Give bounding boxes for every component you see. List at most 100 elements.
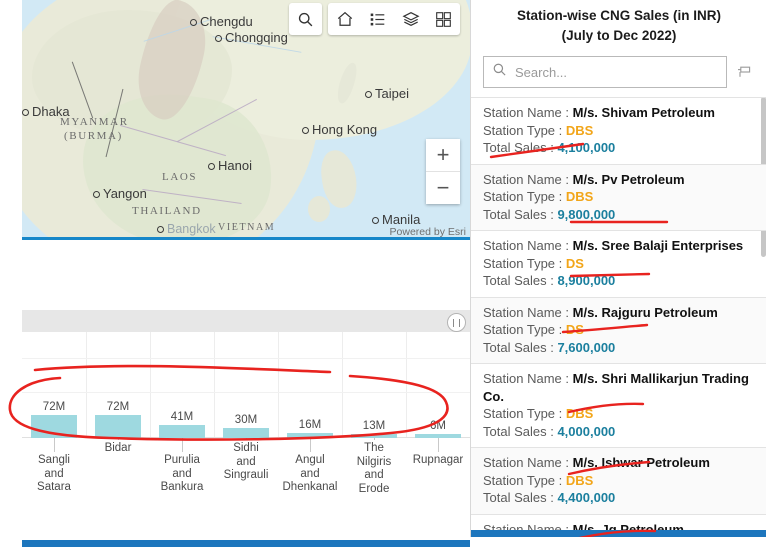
search-row: Search... bbox=[483, 56, 755, 88]
search-placeholder: Search... bbox=[515, 64, 568, 80]
station-type-row: Station Type : DS bbox=[483, 255, 757, 273]
list-item[interactable]: Station Name : M/s. Sree Balaji Enterpri… bbox=[471, 230, 766, 297]
search-input[interactable]: Search... bbox=[483, 56, 727, 88]
chart-category-label-line: and bbox=[44, 467, 64, 480]
filter-flag-icon[interactable] bbox=[733, 64, 755, 80]
search-icon[interactable] bbox=[289, 3, 322, 35]
station-type-value: DS bbox=[565, 322, 584, 337]
map-city-label: Yangon bbox=[93, 186, 147, 201]
total-sales-value: 8,900,000 bbox=[557, 273, 616, 288]
map-widget[interactable]: + − Powered by Esri Chengdu Chongqing Taip… bbox=[22, 0, 470, 240]
station-type-label: Station Type : bbox=[483, 406, 563, 421]
chart-category-label-line: Nilgiris bbox=[356, 455, 392, 468]
station-type-label: Station Type : bbox=[483, 472, 563, 488]
station-name-row: Station Name : M/s. Shri Mallikarjun Tra… bbox=[483, 370, 757, 405]
total-sales-row: Total Sales : 8,900,000 bbox=[483, 272, 757, 290]
total-sales-value: 7,600,000 bbox=[557, 339, 616, 355]
total-sales-row: Total Sales : 4,400,000 bbox=[483, 489, 757, 507]
map-country-label: THAILAND bbox=[132, 205, 202, 217]
chart-label-leader-line bbox=[245, 438, 247, 440]
map-city-dot bbox=[93, 191, 100, 199]
bottom-accent-strip bbox=[22, 540, 470, 547]
home-icon[interactable] bbox=[328, 3, 361, 35]
station-list[interactable]: Station Name : M/s. Shivam Petroleum Stat… bbox=[471, 97, 766, 537]
chart-bar-value-label: 72M bbox=[106, 400, 130, 413]
chart-bar[interactable]: 41M bbox=[158, 411, 206, 438]
chart-category-label-line: and bbox=[172, 467, 192, 480]
chart-category-label-line: Purulia bbox=[164, 454, 200, 466]
total-sales-label: Total Sales : bbox=[483, 206, 554, 222]
layers-icon[interactable] bbox=[394, 3, 427, 35]
chart-bar[interactable]: 6M bbox=[414, 420, 462, 438]
map-search-group[interactable] bbox=[289, 3, 322, 35]
chart-bar[interactable]: 72M bbox=[94, 400, 142, 438]
chart-category-label: Bidar bbox=[86, 438, 150, 456]
zoom-out-button[interactable]: − bbox=[426, 172, 460, 204]
station-type-value: DBS bbox=[565, 472, 594, 488]
list-item[interactable]: Station Name : M/s. Ishwar Petroleum Stat… bbox=[471, 447, 766, 514]
station-name-value: M/s. Rajguru Petroleum bbox=[572, 304, 718, 320]
station-type-label: Station Type : bbox=[483, 189, 563, 204]
station-type-value: DBS bbox=[565, 122, 594, 138]
chart-category-label-line: Bankura bbox=[160, 481, 204, 493]
map-zoom-controls[interactable]: + − bbox=[426, 139, 460, 204]
list-item[interactable]: Station Name : M/s. Rajguru Petroleum Sta… bbox=[471, 296, 766, 363]
list-item[interactable]: Station Name : M/s. Pv Petroleum Station … bbox=[471, 163, 766, 230]
station-name-value: M/s. Ishwar Petroleum bbox=[572, 455, 710, 470]
chart-category-label-line: Sangli bbox=[38, 454, 70, 466]
chart-bar-rect[interactable] bbox=[222, 428, 270, 438]
station-name-label: Station Name : bbox=[483, 371, 569, 386]
total-sales-row: Total Sales : 4,000,000 bbox=[483, 423, 757, 441]
chart-category-label-line: Satara bbox=[37, 481, 71, 493]
left-column: + − Powered by Esri Chengdu Chongqing Taip… bbox=[0, 0, 470, 547]
map-country-label: MYANMAR bbox=[60, 116, 129, 128]
chart-pause-button[interactable] bbox=[447, 313, 466, 332]
map-toolbar[interactable] bbox=[289, 3, 460, 35]
map-city-label: Bangkok bbox=[157, 222, 216, 236]
chart-bar[interactable]: 72M bbox=[30, 401, 78, 438]
station-sales-panel: Station-wise CNG Sales (in INR) (July to… bbox=[470, 0, 766, 537]
map-city-label: Hanoi bbox=[208, 158, 252, 173]
map-city-label: Chongqing bbox=[215, 30, 288, 45]
chart-bar-rect[interactable] bbox=[30, 414, 78, 438]
chart-bar-value-label: 16M bbox=[298, 418, 322, 431]
station-type-row: Station Type : DS bbox=[483, 321, 757, 339]
station-name-value: M/s. Sree Balaji Enterprises bbox=[572, 238, 744, 253]
map-island-mindoro bbox=[308, 196, 330, 222]
station-type-label: Station Type : bbox=[483, 322, 563, 337]
station-name-label: Station Name : bbox=[483, 304, 569, 320]
map-country-label: LAOS bbox=[162, 171, 198, 183]
chart-bar-rect[interactable] bbox=[158, 424, 206, 438]
chart-label-leader-line bbox=[373, 438, 375, 440]
chart-category-labels: Sangli and Satara Bidar Purulia and Bankura Sid… bbox=[22, 438, 470, 538]
chart-label-leader-line bbox=[53, 438, 55, 452]
map-attribution[interactable]: Powered by Esri bbox=[390, 226, 466, 238]
station-name-label: Station Name : bbox=[483, 238, 569, 253]
total-sales-value: 4,400,000 bbox=[557, 490, 616, 505]
chart-bar[interactable]: 16M bbox=[286, 418, 334, 438]
chart-bar[interactable]: 30M bbox=[222, 414, 270, 438]
zoom-in-button[interactable]: + bbox=[426, 139, 460, 172]
chart-widget[interactable]: 72M 72M 41M 30M 16M 13M 6M Sangli and Satara Bida… bbox=[22, 310, 470, 540]
list-item[interactable]: Station Name : M/s. Shivam Petroleum Stat… bbox=[471, 97, 766, 164]
chart-category-label: Purulia and Bankura bbox=[150, 438, 214, 495]
map-city-label: Manila bbox=[372, 212, 420, 227]
station-name-row: Station Name : M/s. Shivam Petroleum bbox=[483, 104, 757, 122]
chart-bar[interactable]: 13M bbox=[350, 420, 398, 438]
chart-category-label-line: Angul bbox=[295, 454, 325, 466]
total-sales-value: 4,100,000 bbox=[557, 140, 616, 155]
total-sales-label: Total Sales : bbox=[483, 423, 554, 439]
list-item[interactable]: Station Name : M/s. Shri Mallikarjun Tra… bbox=[471, 363, 766, 447]
chart-category-label: Sidhi and Singrauli bbox=[214, 438, 278, 483]
station-type-row: Station Type : DBS bbox=[483, 405, 757, 423]
basemap-gallery-icon[interactable] bbox=[427, 3, 460, 35]
chart-bar-rect[interactable] bbox=[94, 414, 142, 438]
map-city-name: Bangkok bbox=[167, 222, 216, 236]
pause-icon bbox=[453, 318, 460, 327]
map-tools-group[interactable] bbox=[328, 3, 460, 35]
total-sales-label: Total Sales : bbox=[483, 273, 554, 288]
chart-bars[interactable]: 72M 72M 41M 30M 16M 13M 6M bbox=[22, 332, 470, 438]
legend-icon[interactable] bbox=[361, 3, 394, 35]
map-city-name: Taipei bbox=[375, 86, 409, 101]
map-city-dot bbox=[215, 35, 222, 43]
